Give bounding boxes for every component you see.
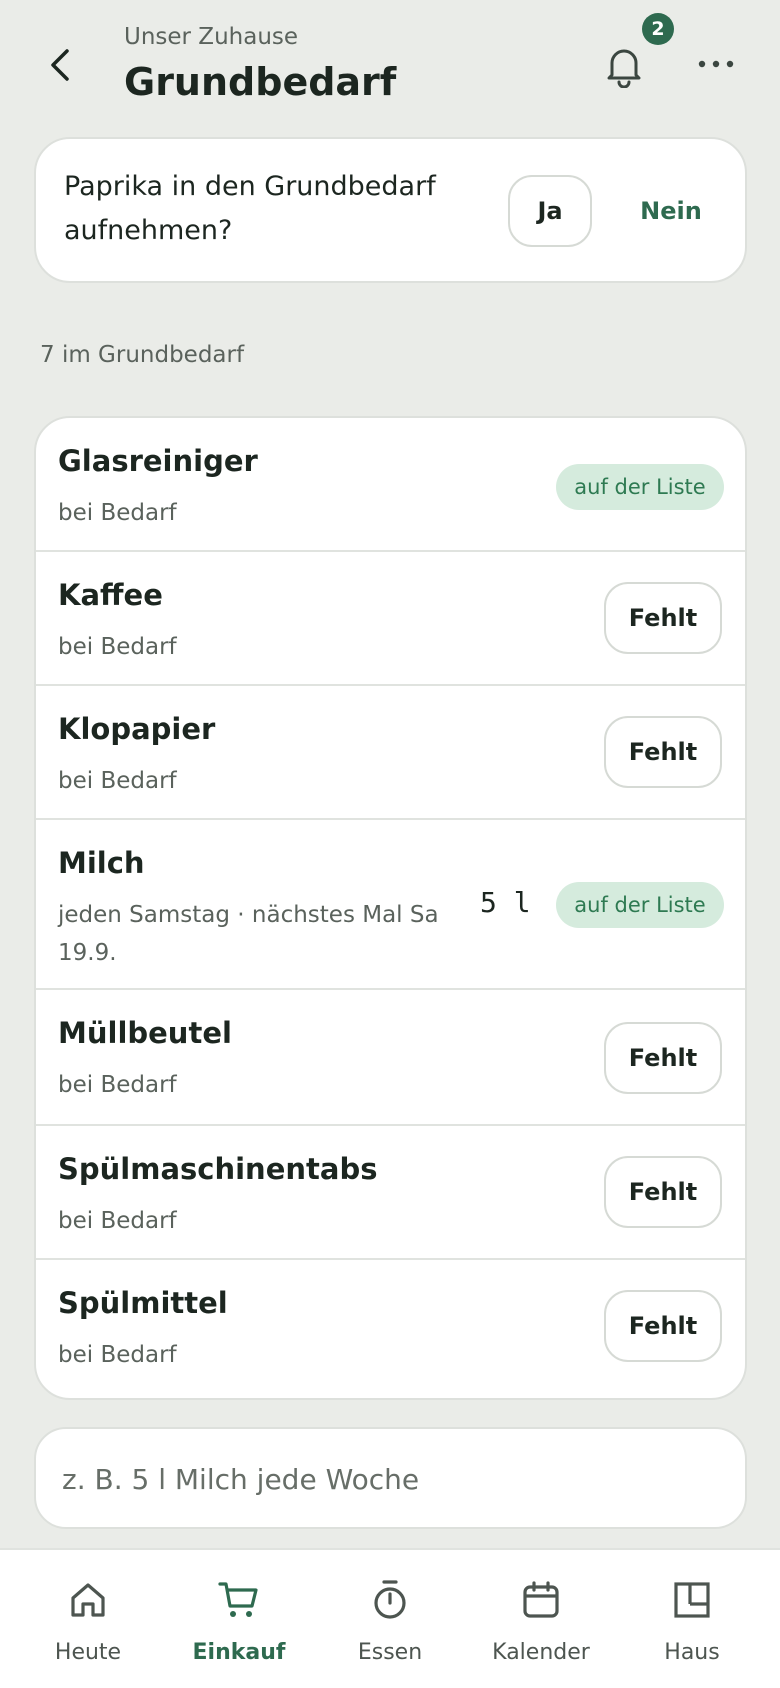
on-list-badge: auf der Liste bbox=[556, 882, 724, 928]
suggestion-card: Paprika in den Grundbedarf aufnehmen? Ja… bbox=[34, 137, 747, 283]
page: Unser Zuhause Grundbedarf 2 Paprika in d… bbox=[0, 0, 780, 1688]
missing-button[interactable]: Fehlt bbox=[604, 1022, 722, 1094]
home-icon bbox=[66, 1578, 110, 1622]
missing-button[interactable]: Fehlt bbox=[604, 1290, 722, 1362]
item-detail: bei Bedarf bbox=[58, 768, 177, 794]
list-item-milch[interactable]: Milch jeden Samstag · nächstes Mal Sa 19… bbox=[36, 820, 745, 990]
list-item-spuelmittel[interactable]: Spülmittel bei Bedarf Fehlt bbox=[36, 1260, 745, 1398]
add-item-input[interactable] bbox=[62, 1449, 722, 1509]
item-quantity: 5 l bbox=[480, 886, 531, 919]
item-detail: bei Bedarf bbox=[58, 1208, 177, 1234]
cart-icon bbox=[217, 1578, 261, 1622]
nav-item-einkauf[interactable]: Einkauf bbox=[169, 1550, 309, 1688]
staples-list: Glasreiniger bei Bedarf auf der Liste Ka… bbox=[34, 416, 747, 1400]
item-name: Glasreiniger bbox=[58, 444, 258, 478]
floorplan-icon bbox=[670, 1578, 714, 1622]
more-button[interactable] bbox=[692, 42, 740, 86]
on-list-badge: auf der Liste bbox=[556, 464, 724, 510]
add-item-card bbox=[34, 1427, 747, 1529]
notifications-button[interactable] bbox=[598, 38, 650, 94]
nav-label: Einkauf bbox=[192, 1640, 286, 1665]
nav-item-haus[interactable]: Haus bbox=[622, 1550, 762, 1688]
list-item-klopapier[interactable]: Klopapier bei Bedarf Fehlt bbox=[36, 686, 745, 820]
nav-item-essen[interactable]: Essen bbox=[320, 1550, 460, 1688]
list-item-kaffee[interactable]: Kaffee bei Bedarf Fehlt bbox=[36, 552, 745, 686]
item-count-label: 7 im Grundbedarf bbox=[40, 342, 245, 368]
list-item-spuelmaschinentabs[interactable]: Spülmaschinentabs bei Bedarf Fehlt bbox=[36, 1126, 745, 1260]
item-detail: bei Bedarf bbox=[58, 634, 177, 660]
calendar-icon bbox=[519, 1578, 563, 1622]
missing-button[interactable]: Fehlt bbox=[604, 582, 722, 654]
item-name: Müllbeutel bbox=[58, 1016, 232, 1050]
nav-label: Heute bbox=[54, 1640, 122, 1665]
nav-label: Essen bbox=[357, 1640, 423, 1665]
nav-label: Kalender bbox=[492, 1640, 590, 1665]
missing-button[interactable]: Fehlt bbox=[604, 1156, 722, 1228]
timer-icon bbox=[368, 1578, 412, 1622]
no-button[interactable]: Nein bbox=[616, 175, 726, 247]
item-name: Kaffee bbox=[58, 578, 163, 612]
item-name: Spülmittel bbox=[58, 1286, 228, 1320]
bottom-nav: Heute Einkauf Essen Kalender Haus bbox=[0, 1548, 780, 1688]
page-title: Grundbedarf bbox=[124, 60, 397, 104]
list-item-glasreiniger[interactable]: Glasreiniger bei Bedarf auf der Liste bbox=[36, 418, 745, 552]
nav-label: Haus bbox=[664, 1640, 720, 1665]
item-name: Spülmaschinentabs bbox=[58, 1152, 378, 1186]
item-detail: bei Bedarf bbox=[58, 1072, 177, 1098]
item-detail: bei Bedarf bbox=[58, 1342, 177, 1368]
more-horizontal-icon bbox=[698, 60, 734, 68]
suggestion-text: Paprika in den Grundbedarf aufnehmen? bbox=[64, 171, 436, 246]
notification-badge: 2 bbox=[642, 13, 674, 45]
item-name: Milch bbox=[58, 846, 145, 880]
item-detail: jeden Samstag · nächstes Mal Sa 19.9. bbox=[58, 902, 439, 966]
list-item-muellbeutel[interactable]: Müllbeutel bei Bedarf Fehlt bbox=[36, 990, 745, 1126]
missing-button[interactable]: Fehlt bbox=[604, 716, 722, 788]
nav-item-kalender[interactable]: Kalender bbox=[471, 1550, 611, 1688]
nav-item-heute[interactable]: Heute bbox=[18, 1550, 158, 1688]
item-name: Klopapier bbox=[58, 712, 216, 746]
item-detail: bei Bedarf bbox=[58, 500, 177, 526]
bell-icon bbox=[607, 49, 641, 88]
header: Unser Zuhause Grundbedarf 2 bbox=[0, 0, 780, 130]
back-button[interactable] bbox=[36, 38, 84, 92]
header-subtitle: Unser Zuhause bbox=[124, 24, 299, 50]
chevron-left-icon bbox=[51, 49, 69, 81]
yes-button[interactable]: Ja bbox=[508, 175, 592, 247]
